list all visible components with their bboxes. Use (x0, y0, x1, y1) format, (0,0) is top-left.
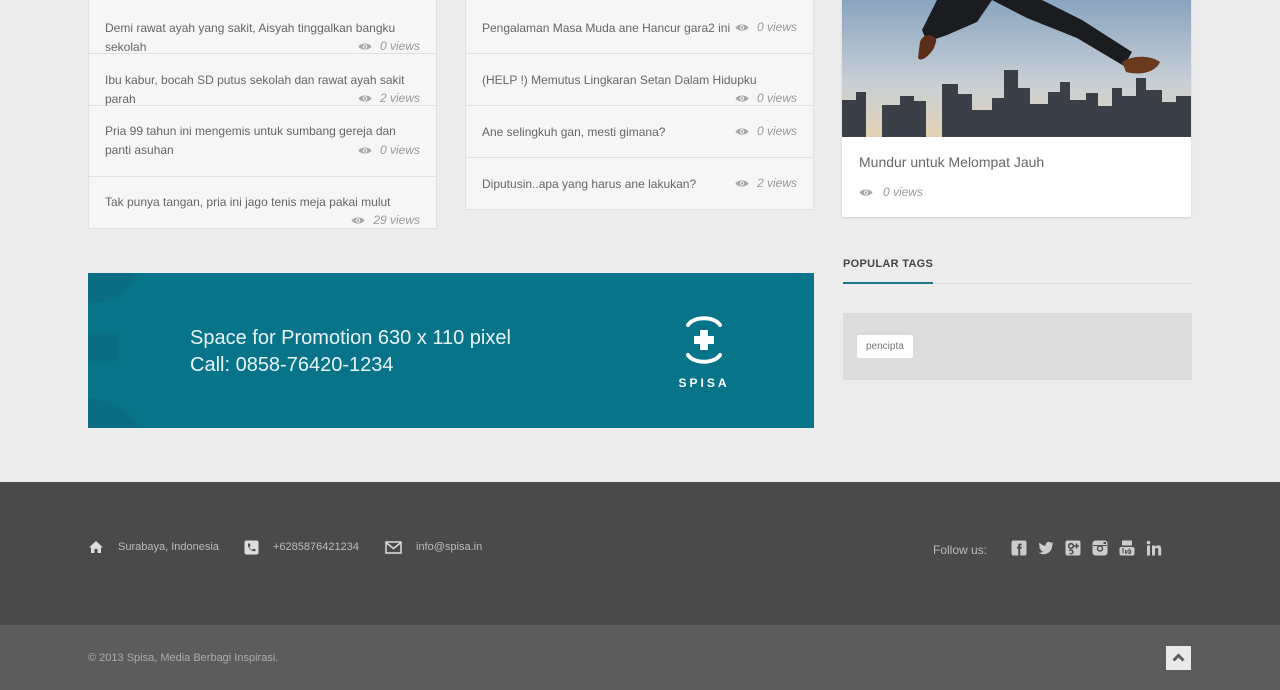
related-list-right: Pengalaman Masa Muda ane Hancur gara2 in… (465, 0, 814, 210)
spisa-logo-text: SPISA (678, 376, 730, 390)
list-item-title[interactable]: Tak punya tangan, pria ini jago tenis me… (105, 193, 391, 212)
facebook-icon[interactable] (1011, 540, 1027, 556)
promo-line-2: Call: 0858-76420-1234 (190, 354, 394, 376)
list-item[interactable]: Demi rawat ayah yang sakit, Aisyah tingg… (88, 0, 437, 54)
tag-cloud: pencipta (843, 313, 1192, 380)
featured-post-image[interactable] (842, 0, 1191, 137)
footer-email: info@spisa.in (385, 539, 482, 555)
view-count: 0 views (358, 39, 420, 53)
list-item[interactable]: Ane selingkuh gan, mesti gimana? 0 views (465, 106, 814, 158)
view-count: 2 views (358, 91, 420, 105)
footer-email-text[interactable]: info@spisa.in (416, 541, 482, 553)
section-divider (843, 282, 1192, 284)
promo-line-1: Space for Promotion 630 x 110 pixel (190, 327, 511, 349)
tag-pencipta[interactable]: pencipta (857, 335, 913, 358)
promo-banner[interactable]: Space for Promotion 630 x 110 pixel Call… (88, 273, 814, 428)
instagram-icon[interactable] (1092, 540, 1108, 556)
list-item-title[interactable]: Diputusin..apa yang harus ane lakukan? (482, 175, 696, 194)
view-count: 0 views (358, 143, 420, 157)
eye-icon (358, 94, 372, 103)
view-count: 29 views (351, 213, 420, 227)
eye-icon (358, 146, 372, 155)
popular-tags-heading: POPULAR TAGS (843, 258, 934, 270)
phone-icon (244, 540, 259, 554)
envelope-icon (385, 540, 402, 554)
view-count: 0 views (735, 124, 797, 138)
eye-icon (735, 179, 749, 188)
twitter-icon[interactable] (1038, 540, 1054, 556)
related-list-left: Demi rawat ayah yang sakit, Aisyah tingg… (88, 0, 437, 229)
eye-icon (735, 94, 749, 103)
view-count: 0 views (735, 20, 797, 34)
home-icon (89, 541, 103, 553)
chevron-up-icon (1172, 653, 1185, 662)
list-item[interactable]: Tak punya tangan, pria ini jago tenis me… (88, 177, 437, 229)
footer: Surabaya, Indonesia +6285876421234 info@… (0, 482, 1280, 625)
eye-icon (358, 42, 372, 51)
list-item[interactable]: Pengalaman Masa Muda ane Hancur gara2 in… (465, 0, 814, 54)
eye-icon (859, 188, 873, 197)
bottom-bar: © 2013 Spisa, Media Berbagi Inspirasi. (0, 625, 1280, 690)
google-plus-icon[interactable] (1065, 540, 1081, 556)
footer-phone-text: +6285876421234 (273, 541, 359, 553)
footer-address-text: Surabaya, Indonesia (118, 541, 219, 553)
spisa-logo: SPISA (678, 313, 730, 390)
back-to-top-button[interactable] (1166, 646, 1191, 670)
list-item-title[interactable]: Ane selingkuh gan, mesti gimana? (482, 123, 665, 142)
linkedin-icon[interactable] (1146, 540, 1162, 556)
banner-decoration (88, 273, 138, 428)
list-item-title[interactable]: Pengalaman Masa Muda ane Hancur gara2 in… (482, 19, 730, 38)
footer-address: Surabaya, Indonesia (88, 539, 219, 555)
copyright-text: © 2013 Spisa, Media Berbagi Inspirasi. (88, 652, 279, 664)
view-count: 0 views (859, 185, 923, 199)
eye-icon (735, 23, 749, 32)
list-item[interactable]: Ibu kabur, bocah SD putus sekolah dan ra… (88, 54, 437, 106)
view-count: 0 views (735, 91, 797, 105)
list-item[interactable]: Diputusin..apa yang harus ane lakukan? 2… (465, 158, 814, 210)
featured-post-card[interactable]: Mundur untuk Melompat Jauh 0 views (842, 0, 1191, 217)
featured-post-title[interactable]: Mundur untuk Melompat Jauh (859, 154, 1044, 170)
eye-icon (735, 127, 749, 136)
list-item[interactable]: Pria 99 tahun ini mengemis untuk sumbang… (88, 106, 437, 177)
follow-us-label: Follow us: (933, 543, 988, 557)
promo-text: Space for Promotion 630 x 110 pixel Call… (190, 325, 511, 379)
view-count: 2 views (735, 176, 797, 190)
list-item-title[interactable]: (HELP !) Memutus Lingkaran Setan Dalam H… (482, 71, 757, 90)
list-item[interactable]: (HELP !) Memutus Lingkaran Setan Dalam H… (465, 54, 814, 106)
youtube-icon[interactable] (1119, 540, 1135, 556)
eye-icon (351, 216, 365, 225)
footer-phone: +6285876421234 (244, 539, 359, 555)
spisa-logo-icon (686, 316, 722, 364)
